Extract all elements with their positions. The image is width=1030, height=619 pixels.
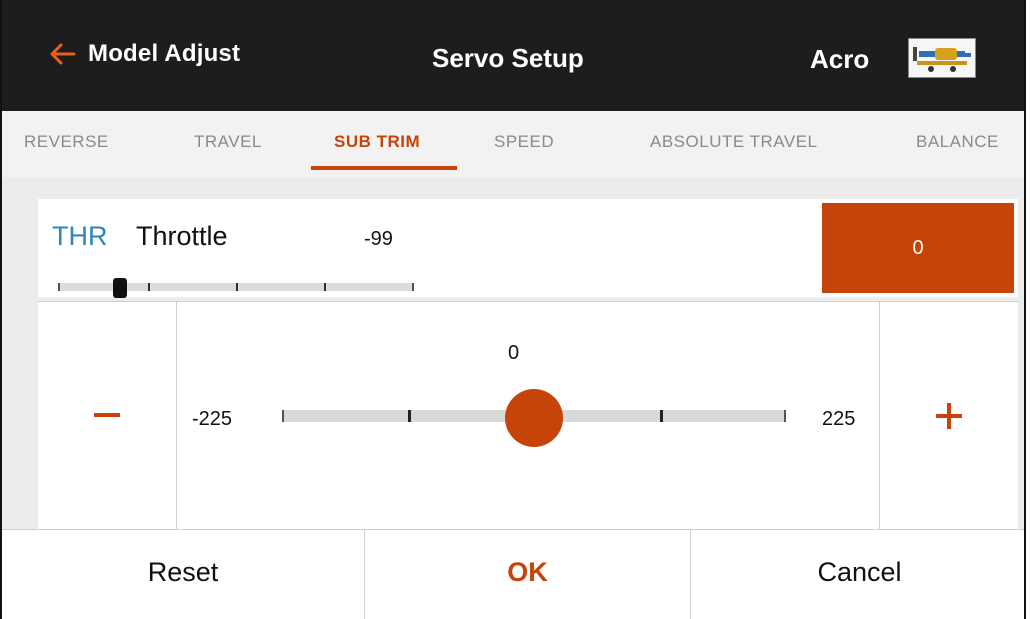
slider-tick — [660, 410, 663, 422]
tab-reverse[interactable]: REVERSE — [24, 111, 109, 177]
mini-track-tick — [148, 283, 150, 291]
page-title: Servo Setup — [432, 43, 584, 73]
active-tab-indicator — [311, 166, 457, 170]
channel-row: THR Throttle -99 0 — [38, 199, 1018, 298]
model-name: Acro — [810, 44, 870, 74]
increment-button[interactable] — [879, 302, 1018, 530]
slider-tick — [408, 410, 411, 422]
tab-speed[interactable]: SPEED — [494, 111, 554, 177]
min-value-label: -225 — [192, 408, 233, 430]
tab-balance[interactable]: BALANCE — [916, 111, 999, 177]
plus-icon — [936, 403, 962, 429]
cancel-button[interactable]: Cancel — [690, 530, 1024, 619]
channel-abbreviation: THR — [52, 221, 108, 251]
subtrim-slider-handle[interactable] — [505, 389, 563, 447]
mini-track-tick — [236, 283, 238, 291]
arrow-left-icon — [50, 43, 76, 65]
subtrim-value-box[interactable]: 0 — [822, 203, 1014, 293]
max-value-label: 225 — [822, 408, 856, 430]
app-header: Model Adjust Servo Setup Acro — [2, 0, 1024, 111]
back-label: Model Adjust — [88, 40, 241, 67]
mini-track-tick — [324, 283, 326, 291]
airplane-icon — [913, 47, 971, 72]
back-button[interactable]: Model Adjust — [48, 40, 240, 68]
action-bar: Reset OK Cancel — [2, 529, 1024, 619]
tab-absolute-travel[interactable]: ABSOLUTE TRAVEL — [650, 111, 817, 177]
tab-bar: REVERSE TRAVEL SUB TRIM SPEED ABSOLUTE T… — [2, 111, 1024, 178]
ok-button[interactable]: OK — [364, 530, 690, 619]
subtrim-editor: 0 -225 225 — [38, 301, 1018, 530]
channel-position-value: -99 — [364, 228, 393, 250]
model-thumbnail[interactable] — [908, 38, 976, 78]
minus-icon — [94, 413, 120, 417]
screen: Model Adjust Servo Setup Acro REVERSE TR… — [0, 0, 1026, 619]
content-area: THR Throttle -99 0 0 -225 225 Reset OK C… — [2, 177, 1024, 619]
channel-position-marker — [112, 278, 127, 298]
channel-position-bar — [58, 278, 414, 298]
tab-travel[interactable]: TRAVEL — [194, 111, 262, 177]
reset-button[interactable]: Reset — [2, 530, 364, 619]
channel-name: Throttle — [136, 221, 228, 251]
current-value-label: 0 — [508, 342, 520, 364]
decrement-button[interactable] — [38, 302, 177, 530]
